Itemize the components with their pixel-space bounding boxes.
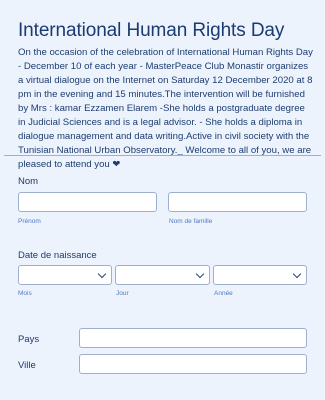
country-input[interactable] <box>79 328 307 348</box>
birth-month-select[interactable] <box>18 265 112 285</box>
city-input[interactable] <box>79 354 307 374</box>
birth-year-sublabel: Année <box>214 290 233 297</box>
birthdate-label: Date de naissance <box>18 250 97 261</box>
chevron-down-icon <box>97 269 107 279</box>
chevron-down-icon <box>292 269 302 279</box>
first-name-sublabel: Prénom <box>18 218 41 225</box>
form-title: International Human Rights Day <box>18 20 285 41</box>
city-label: Ville <box>18 360 36 371</box>
last-name-sublabel: Nom de famille <box>169 218 213 225</box>
section-divider <box>4 155 321 156</box>
birth-day-sublabel: Jour <box>116 290 129 297</box>
form-header: International Human Rights Day On the oc… <box>18 20 314 172</box>
form-description: On the occasion of the celebration of In… <box>18 47 313 170</box>
name-label: Nom <box>18 176 39 187</box>
country-label: Pays <box>18 334 40 345</box>
birth-year-select[interactable] <box>213 265 307 285</box>
chevron-down-icon <box>195 269 205 279</box>
last-name-input[interactable] <box>168 192 307 212</box>
birth-day-select[interactable] <box>115 265 210 285</box>
birth-month-sublabel: Mois <box>18 290 32 297</box>
first-name-input[interactable] <box>18 192 157 212</box>
